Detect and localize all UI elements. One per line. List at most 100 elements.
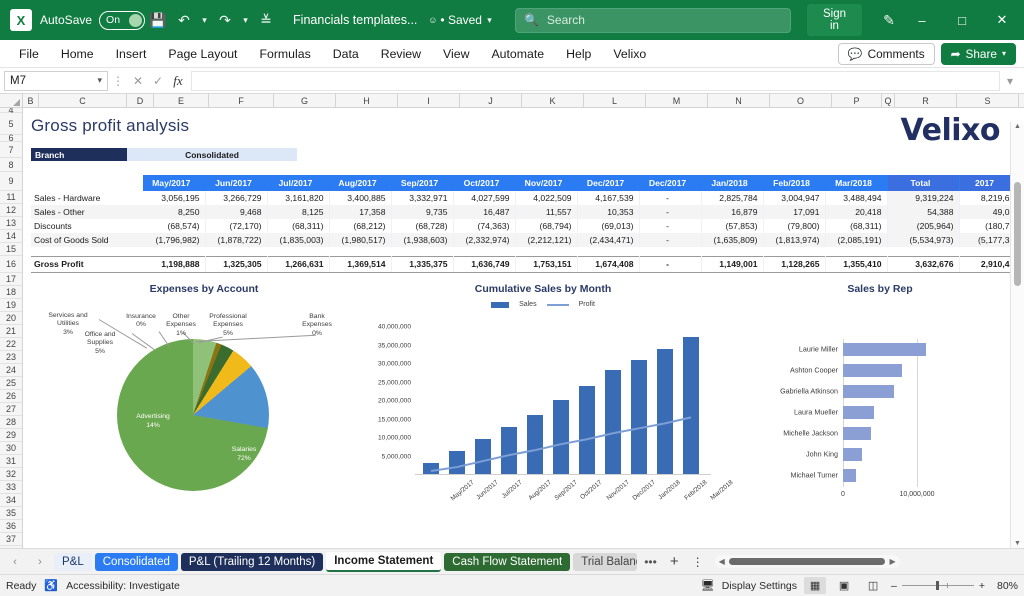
ribbon-tab-data[interactable]: Data bbox=[322, 44, 370, 64]
column-header-I[interactable]: I bbox=[398, 94, 460, 108]
chart-cumulative-sales-by-month[interactable]: Cumulative Sales by Month Sales Profit 4… bbox=[353, 283, 733, 538]
sheet-tab-consolidated[interactable]: Consolidated bbox=[95, 553, 178, 571]
ribbon-tab-review[interactable]: Review bbox=[370, 44, 432, 64]
share-chevron-down-icon[interactable]: ▾ bbox=[1002, 49, 1006, 58]
save-icon[interactable]: 💾 bbox=[145, 7, 171, 33]
zoom-slider[interactable]: – + bbox=[891, 580, 985, 592]
column-header-M[interactable]: M bbox=[646, 94, 708, 108]
column-header-F[interactable]: F bbox=[209, 94, 274, 108]
scroll-left-icon[interactable]: ◀ bbox=[719, 557, 725, 566]
customize-toolbar-icon[interactable]: ≚ bbox=[253, 7, 279, 33]
chevron-down-icon[interactable]: ▾ bbox=[97, 75, 102, 86]
row-header-21[interactable]: 21 bbox=[0, 325, 22, 338]
row-header-28[interactable]: 28 bbox=[0, 416, 22, 429]
row-header-7[interactable]: 7 bbox=[0, 142, 22, 158]
column-header-S[interactable]: S bbox=[957, 94, 1019, 108]
row-header-37[interactable]: 37 bbox=[0, 533, 22, 546]
sheet-tab-pl[interactable]: P&L bbox=[54, 553, 92, 571]
scroll-down-icon[interactable]: ▼ bbox=[1011, 540, 1024, 547]
zoom-track[interactable] bbox=[902, 585, 974, 586]
horizontal-scroll-thumb[interactable] bbox=[729, 558, 886, 565]
insert-function-icon[interactable]: fx bbox=[168, 73, 188, 89]
next-sheet-icon[interactable]: › bbox=[29, 556, 51, 568]
display-settings-label[interactable]: Display Settings bbox=[722, 580, 797, 592]
branch-value[interactable]: Consolidated bbox=[127, 148, 297, 161]
sheet-tab-income-statement[interactable]: Income Statement bbox=[326, 552, 441, 572]
undo-icon[interactable]: ↶ bbox=[171, 7, 197, 33]
name-box[interactable]: M7 ▾ bbox=[4, 71, 108, 91]
row-header-35[interactable]: 35 bbox=[0, 507, 22, 520]
row-header-5[interactable]: 5 bbox=[0, 113, 22, 135]
column-header-H[interactable]: H bbox=[336, 94, 398, 108]
table-row[interactable]: Discounts (68,574) (72,170) (68,311) (68… bbox=[31, 219, 1015, 233]
row-header-36[interactable]: 36 bbox=[0, 520, 22, 533]
ribbon-tab-insert[interactable]: Insert bbox=[105, 44, 158, 64]
row-header-14[interactable]: 14 bbox=[0, 230, 22, 243]
scroll-up-icon[interactable]: ▲ bbox=[1011, 123, 1024, 130]
select-all-corner[interactable] bbox=[0, 94, 23, 107]
ribbon-tab-formulas[interactable]: Formulas bbox=[248, 44, 321, 64]
horizontal-scrollbar[interactable]: ◀ ▶ bbox=[715, 555, 900, 568]
close-button[interactable]: ✕ bbox=[982, 0, 1022, 40]
column-header-J[interactable]: J bbox=[460, 94, 522, 108]
row-header-19[interactable]: 19 bbox=[0, 299, 22, 312]
normal-view-icon[interactable]: ▦ bbox=[804, 577, 826, 594]
column-header-C[interactable]: C bbox=[39, 94, 127, 108]
row-header-24[interactable]: 24 bbox=[0, 364, 22, 377]
save-status[interactable]: ☺ • Saved ▾ bbox=[425, 7, 497, 33]
zoom-in-button[interactable]: + bbox=[979, 580, 985, 592]
sheet-canvas[interactable]: Gross profit analysis Velixo Branch Cons… bbox=[23, 108, 1024, 548]
chart-sales-by-rep[interactable]: Sales by Rep Laurie Miller Ashton Cooper… bbox=[735, 283, 1024, 533]
row-header-32[interactable]: 32 bbox=[0, 468, 22, 481]
row-header-23[interactable]: 23 bbox=[0, 351, 22, 364]
undo-chevron-down-icon[interactable]: ▾ bbox=[197, 7, 212, 33]
column-header-D[interactable]: D bbox=[127, 94, 154, 108]
row-header-6[interactable]: 6 bbox=[0, 135, 22, 142]
redo-icon[interactable]: ↷ bbox=[212, 7, 238, 33]
zoom-level-label[interactable]: 80% bbox=[992, 580, 1018, 592]
gross-profit-row[interactable]: Gross Profit 1,198,888 1,325,305 1,266,6… bbox=[31, 256, 1015, 272]
ribbon-tab-automate[interactable]: Automate bbox=[480, 44, 555, 64]
table-row[interactable]: Cost of Goods Sold (1,796,982) (1,878,72… bbox=[31, 233, 1015, 247]
add-sheet-icon[interactable]: + bbox=[664, 553, 685, 570]
accessibility-label[interactable]: Accessibility: Investigate bbox=[66, 580, 180, 592]
row-header-31[interactable]: 31 bbox=[0, 455, 22, 468]
page-break-icon[interactable]: ◫ bbox=[862, 577, 884, 594]
row-header-25[interactable]: 25 bbox=[0, 377, 22, 390]
ribbon-tab-page-layout[interactable]: Page Layout bbox=[157, 44, 248, 64]
enter-formula-icon[interactable]: ✓ bbox=[148, 74, 168, 88]
column-header-N[interactable]: N bbox=[708, 94, 770, 108]
table-row[interactable]: Sales - Other 8,250 9,468 8,125 17,358 9… bbox=[31, 205, 1015, 219]
formula-options-icon[interactable]: ⋮ bbox=[108, 74, 128, 88]
comments-button[interactable]: 💬 Comments bbox=[838, 43, 935, 65]
row-header-33[interactable]: 33 bbox=[0, 481, 22, 494]
expand-formula-bar-icon[interactable]: ▾ bbox=[1000, 74, 1020, 88]
maximize-button[interactable]: □ bbox=[942, 0, 982, 40]
page-layout-icon[interactable]: ▣ bbox=[833, 577, 855, 594]
scroll-right-icon[interactable]: ▶ bbox=[889, 557, 895, 566]
ribbon-tab-velixo[interactable]: Velixo bbox=[602, 44, 657, 64]
vertical-scrollbar[interactable]: ▲ ▼ bbox=[1010, 122, 1024, 548]
save-chevron-down-icon[interactable]: ▾ bbox=[482, 7, 497, 33]
cancel-formula-icon[interactable]: ✕ bbox=[128, 74, 148, 88]
row-header-13[interactable]: 13 bbox=[0, 217, 22, 230]
vertical-scroll-thumb[interactable] bbox=[1014, 182, 1021, 286]
redo-chevron-down-icon[interactable]: ▾ bbox=[238, 7, 253, 33]
chart-expenses-by-account[interactable]: Expenses by Account Services andUtilitie… bbox=[39, 283, 369, 533]
row-header-15[interactable]: 15 bbox=[0, 243, 22, 256]
row-header-11[interactable]: 11 bbox=[0, 191, 22, 204]
ribbon-tab-view[interactable]: View bbox=[432, 44, 480, 64]
zoom-knob[interactable] bbox=[936, 581, 939, 590]
row-header-26[interactable]: 26 bbox=[0, 390, 22, 403]
sheet-tab-trial-balance[interactable]: Trial Balanc bbox=[573, 553, 637, 571]
column-header-R[interactable]: R bbox=[895, 94, 957, 108]
table-row[interactable]: Sales - Hardware 3,056,195 3,266,729 3,1… bbox=[31, 191, 1015, 205]
row-header-12[interactable]: 12 bbox=[0, 204, 22, 217]
ribbon-tab-home[interactable]: Home bbox=[50, 44, 105, 64]
row-header-27[interactable]: 27 bbox=[0, 403, 22, 416]
display-settings-icon[interactable]: 🖥 bbox=[701, 579, 715, 592]
column-header-B[interactable]: B bbox=[23, 94, 39, 108]
column-header-L[interactable]: L bbox=[584, 94, 646, 108]
document-title[interactable]: Financials templates... bbox=[293, 13, 417, 27]
column-header-G[interactable]: G bbox=[274, 94, 336, 108]
